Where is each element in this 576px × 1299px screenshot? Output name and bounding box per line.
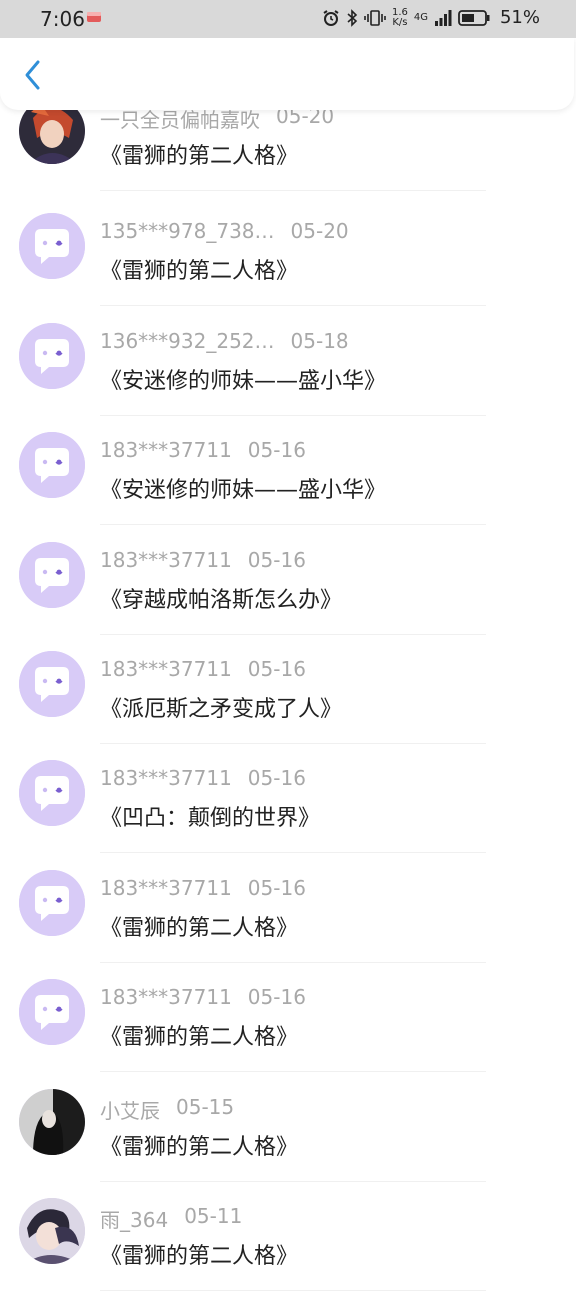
username[interactable]: 183***37711 [100, 985, 232, 1009]
default-avatar-chat-icon [19, 760, 85, 827]
battery-percent: 51% [499, 7, 540, 28]
avatar[interactable] [19, 213, 85, 280]
battery-icon [458, 9, 490, 26]
comment-item[interactable]: 一只全员偏帕嘉吹 05-20 《雷狮的第二人格》 [0, 96, 576, 205]
divider [100, 1290, 486, 1291]
work-title[interactable]: 《安迷修的师妹——盛小华》 [100, 363, 386, 395]
comment-date: 05-16 [247, 438, 306, 463]
status-time: 7:06 [40, 7, 85, 31]
top-navbar [0, 38, 574, 110]
divider [100, 743, 486, 744]
comment-meta: 183***37711 05-16 [100, 548, 306, 572]
comment-meta: 183***37711 05-16 [100, 876, 306, 900]
avatar[interactable] [19, 869, 85, 936]
comment-item[interactable]: 183***37711 05-16 《安迷修的师妹——盛小华》 [0, 424, 576, 533]
work-title[interactable]: 《雷狮的第二人格》 [100, 910, 298, 942]
avatar[interactable] [19, 1198, 85, 1264]
comment-date: 05-16 [247, 985, 306, 1010]
comment-date: 05-16 [247, 547, 306, 572]
work-title[interactable]: 《穿越成帕洛斯怎么办》 [100, 582, 342, 614]
vibrate-icon [364, 9, 386, 26]
work-title[interactable]: 《凹凸：颠倒的世界》 [100, 800, 320, 832]
comment-date: 05-15 [176, 1094, 235, 1119]
default-avatar-chat-icon [19, 322, 85, 389]
username[interactable]: 183***37711 [100, 657, 232, 681]
default-avatar-chat-icon [19, 979, 85, 1046]
work-title[interactable]: 《雷狮的第二人格》 [100, 253, 298, 285]
default-avatar-chat-icon [19, 541, 85, 608]
status-icons: 1.6 K/s 4G 51% [322, 7, 540, 28]
back-arrow-icon[interactable] [18, 58, 48, 92]
divider [100, 1071, 486, 1073]
comment-date: 05-20 [290, 219, 349, 244]
comment-meta: 135***978_738… 05-20 [100, 219, 349, 243]
comment-item[interactable]: 135***978_738… 05-20 《雷狮的第二人格》 [0, 205, 576, 314]
comment-meta: 雨_364 05-11 [100, 1204, 242, 1233]
default-avatar-chat-icon [19, 651, 85, 717]
comment-item[interactable]: 雨_364 05-11 《雷狮的第二人格》 [0, 1190, 576, 1299]
divider [100, 190, 486, 191]
alarm-icon [323, 9, 339, 26]
default-avatar-chat-icon [19, 213, 85, 280]
work-title[interactable]: 《雷狮的第二人格》 [100, 1238, 298, 1270]
username[interactable]: 183***37711 [100, 876, 232, 900]
avatar[interactable] [19, 541, 85, 608]
username[interactable]: 183***37711 [100, 548, 232, 572]
avatar[interactable] [19, 432, 85, 499]
comment-meta: 136***932_252… 05-18 [100, 329, 349, 353]
user-photo-avatar [19, 1088, 85, 1155]
username[interactable]: 183***37711 [100, 766, 232, 790]
comment-item[interactable]: 183***37711 05-16 《雷狮的第二人格》 [0, 862, 576, 971]
avatar[interactable] [19, 760, 85, 827]
divider [100, 414, 486, 416]
divider [100, 852, 486, 854]
comment-meta: 183***37711 05-16 [100, 985, 306, 1009]
default-avatar-chat-icon [19, 432, 85, 499]
divider [100, 524, 486, 526]
username[interactable]: 雨_364 [100, 1204, 168, 1233]
work-title[interactable]: 《安迷修的师妹——盛小华》 [100, 472, 386, 504]
comment-meta: 183***37711 05-16 [100, 766, 306, 790]
username[interactable]: 183***37711 [100, 438, 232, 462]
comment-meta: 183***37711 05-16 [100, 657, 306, 681]
status-bar: 7:06 1.6 K/s 4G 51% [0, 0, 576, 38]
divider [100, 633, 486, 635]
comment-item[interactable]: 183***37711 05-16 《穿越成帕洛斯怎么办》 [0, 534, 576, 643]
avatar[interactable] [19, 979, 85, 1046]
username[interactable]: 135***978_738… [100, 219, 275, 243]
comment-item[interactable]: 136***932_252… 05-18 《安迷修的师妹——盛小华》 [0, 315, 576, 424]
divider [100, 961, 486, 963]
comment-item[interactable]: 183***37711 05-16 《雷狮的第二人格》 [0, 971, 576, 1080]
work-title[interactable]: 《派厄斯之矛变成了人》 [100, 691, 342, 723]
username[interactable]: 小艾辰 [100, 1095, 160, 1124]
comment-date: 05-16 [247, 875, 306, 900]
username[interactable]: 136***932_252… [100, 329, 275, 353]
work-title[interactable]: 《雷狮的第二人格》 [100, 1019, 298, 1051]
notification-icon [87, 12, 101, 22]
comment-date: 05-11 [184, 1204, 243, 1228]
work-title[interactable]: 《雷狮的第二人格》 [100, 138, 298, 170]
signal-icon [434, 9, 452, 26]
user-photo-avatar [19, 1198, 85, 1264]
work-title[interactable]: 《雷狮的第二人格》 [100, 1129, 298, 1161]
comment-item[interactable]: 183***37711 05-16 《凹凸：颠倒的世界》 [0, 752, 576, 861]
comment-meta: 小艾辰 05-15 [100, 1095, 234, 1124]
default-avatar-chat-icon [19, 869, 85, 936]
avatar[interactable] [19, 1088, 85, 1155]
comment-item[interactable]: 小艾辰 05-15 《雷狮的第二人格》 [0, 1081, 576, 1190]
comment-date: 05-16 [247, 766, 306, 791]
divider [100, 1180, 486, 1182]
bluetooth-icon [347, 8, 358, 27]
comment-date: 05-16 [247, 657, 306, 681]
network-type: 4G [413, 11, 428, 23]
network-speed: 1.6 K/s [391, 6, 408, 28]
comment-item[interactable]: 183***37711 05-16 《派厄斯之矛变成了人》 [0, 643, 576, 752]
avatar[interactable] [19, 322, 85, 389]
comment-meta: 183***37711 05-16 [100, 438, 306, 462]
comment-date: 05-18 [290, 328, 349, 353]
divider [100, 305, 486, 307]
avatar[interactable] [19, 651, 85, 717]
